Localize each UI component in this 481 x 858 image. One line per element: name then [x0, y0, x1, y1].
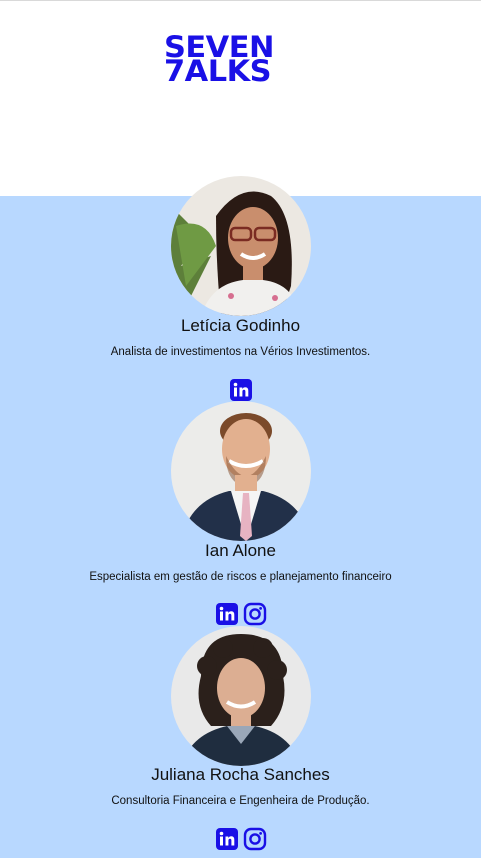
speaker-social-links — [0, 602, 481, 626]
linkedin-icon[interactable] — [215, 827, 239, 851]
speaker-photo — [171, 626, 311, 766]
speaker-photo — [171, 176, 311, 316]
instagram-icon[interactable] — [243, 602, 267, 626]
linkedin-icon[interactable] — [215, 602, 239, 626]
site-header: SEVEN 7ALKS — [0, 1, 481, 196]
speaker-social-links — [0, 378, 481, 402]
speaker-name: Letícia Godinho — [180, 316, 301, 335]
speaker-photo — [171, 401, 311, 541]
instagram-icon[interactable] — [243, 827, 267, 851]
linkedin-icon[interactable] — [229, 378, 253, 402]
speaker-role: Analista de investimentos na Vérios Inve… — [110, 346, 371, 358]
brand-logo[interactable]: SEVEN 7ALKS — [164, 33, 274, 86]
speaker-name: Ian Alone — [205, 541, 276, 560]
brand-logo-line-2: 7ALKS — [164, 54, 272, 88]
speaker-name: Juliana Rocha Sanches — [151, 765, 330, 784]
speaker-social-links — [0, 827, 481, 851]
speaker-role: Especialista em gestão de riscos e plane… — [89, 571, 392, 583]
speaker-role: Consultoria Financeira e Engenheira de P… — [111, 795, 370, 807]
